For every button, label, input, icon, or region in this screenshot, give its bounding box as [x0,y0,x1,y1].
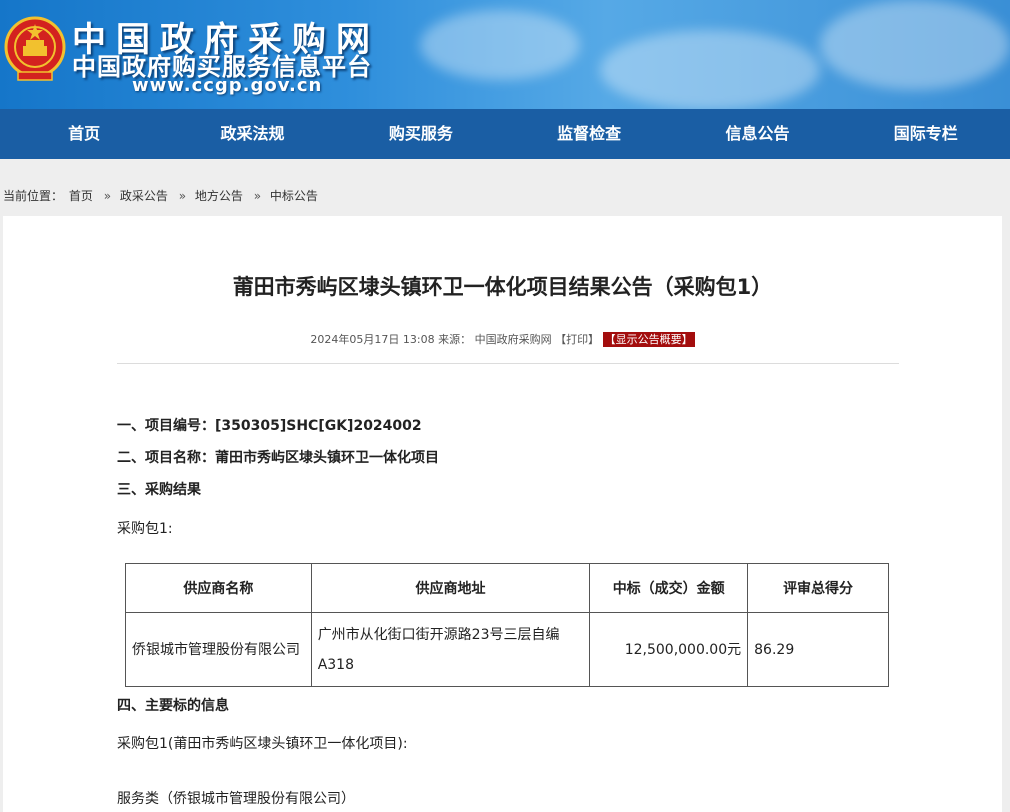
table-row: 侨银城市管理股份有限公司 广州市从化街口街开源路23号三层自编A318 12,5… [125,612,889,687]
article-panel: 莆田市秀屿区埭头镇环卫一体化项目结果公告（采购包1） 2024年05月17日 1… [3,216,1002,812]
source-label: 来源： [438,333,472,346]
service-line: 服务类（侨银城市管理股份有限公司） [117,791,355,807]
table-header: 评审总得分 [747,563,889,613]
section-result-heading: 三、采购结果 [117,482,201,498]
project-number: 一、项目编号：[350305]SHC[GK]2024002 [117,418,422,434]
header-banner: 中国政府采购网 中国政府购买服务信息平台 www.ccgp.gov.cn [0,0,1010,109]
breadcrumb-item-home[interactable]: 首页 [69,189,93,203]
breadcrumb-item-announcements[interactable]: 政采公告 [120,189,168,203]
national-emblem-icon [4,16,66,81]
package-detail: 采购包1(莆田市秀屿区埭头镇环卫一体化项目): [117,736,408,752]
nav-item-home[interactable]: 首页 [0,109,168,159]
banner-cloud [420,10,580,80]
source-name: 中国政府采购网 [474,333,552,346]
breadcrumb-separator: » [178,189,187,203]
article-title: 莆田市秀屿区埭头镇环卫一体化项目结果公告（采购包1） [232,275,773,299]
award-amount: 12,500,000.00元 [589,612,749,687]
publish-date: 2024年05月17日 13:08 [310,333,435,346]
breadcrumb-item-local[interactable]: 地方公告 [195,189,243,203]
main-nav: 首页 政采法规 购买服务 监督检查 信息公告 国际专栏 [0,109,1010,159]
review-score: 86.29 [747,612,889,687]
result-table: 供应商名称 供应商地址 中标（成交）金额 评审总得分 侨银城市管理股份有限公司 … [125,563,889,687]
breadcrumb: 当前位置： 首页 » 政采公告 » 地方公告 » 中标公告 [3,187,320,204]
breadcrumb-item-award[interactable]: 中标公告 [270,189,318,203]
divider [117,363,899,364]
supplier-address: 广州市从化街口街开源路23号三层自编A318 [310,612,591,687]
breadcrumb-separator: » [103,189,112,203]
nav-item-supervision[interactable]: 监督检查 [505,109,673,159]
project-name: 二、项目名称：莆田市秀屿区埭头镇环卫一体化项目 [117,450,439,466]
table-header: 供应商地址 [310,563,591,613]
table-header-row: 供应商名称 供应商地址 中标（成交）金额 评审总得分 [125,563,889,613]
table-header: 供应商名称 [125,563,312,613]
nav-item-purchase-services[interactable]: 购买服务 [337,109,505,159]
table-header: 中标（成交）金额 [589,563,749,613]
supplier-name: 侨银城市管理股份有限公司 [125,612,312,687]
package-label: 采购包1: [117,521,173,537]
breadcrumb-separator: » [253,189,262,203]
nav-item-international[interactable]: 国际专栏 [842,109,1010,159]
nav-item-announcements[interactable]: 信息公告 [673,109,841,159]
article-meta: 2024年05月17日 13:08 来源： 中国政府采购网 【打印】 【显示公告… [3,331,1002,347]
banner-cloud [600,30,820,109]
site-url[interactable]: www.ccgp.gov.cn [132,75,322,96]
show-summary-button[interactable]: 【显示公告概要】 [602,332,695,347]
breadcrumb-label: 当前位置： [3,189,64,203]
section-main-items-heading: 四、主要标的信息 [117,698,229,714]
print-link[interactable]: 【打印】 [555,333,599,346]
banner-cloud [820,0,1010,90]
nav-item-regulations[interactable]: 政采法规 [168,109,336,159]
